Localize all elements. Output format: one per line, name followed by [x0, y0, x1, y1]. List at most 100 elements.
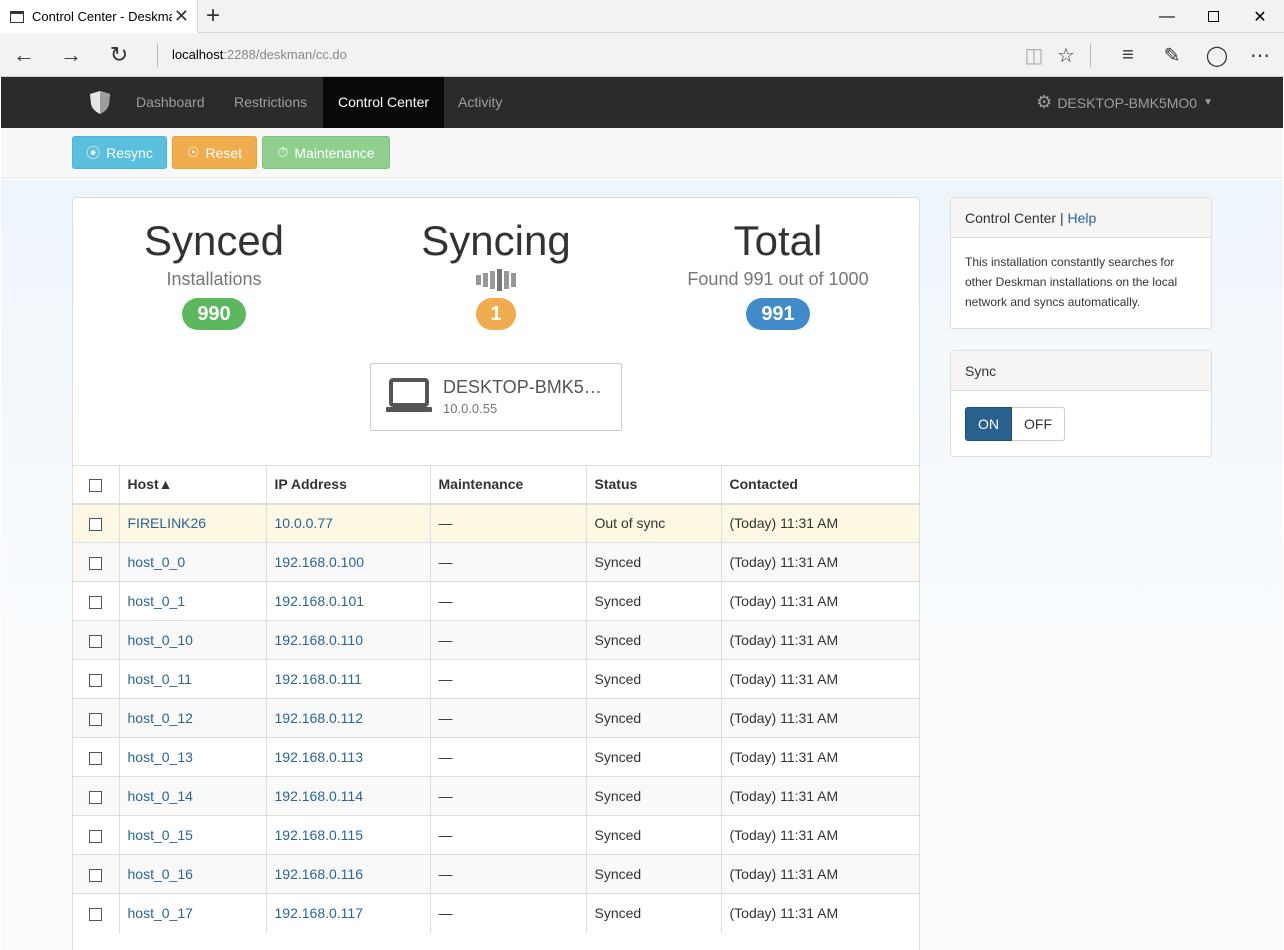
- local-host-name: DESKTOP-BMK5MO0: [443, 377, 613, 397]
- status-cell: Synced: [586, 737, 722, 777]
- resync-button[interactable]: ⦿ Resync: [72, 136, 167, 169]
- col-maintenance[interactable]: Maintenance: [430, 465, 587, 505]
- hub-icon[interactable]: ≡: [1115, 43, 1141, 67]
- ip-link[interactable]: 192.168.0.100: [275, 554, 365, 570]
- row-checkbox[interactable]: [89, 634, 103, 648]
- row-checkbox[interactable]: [89, 556, 103, 570]
- maximize-icon[interactable]: [1190, 0, 1236, 33]
- ip-link[interactable]: 192.168.0.115: [275, 827, 364, 843]
- ip-cell: 192.168.0.116: [266, 854, 431, 894]
- host-cell: host_0_1: [119, 581, 267, 621]
- help-link[interactable]: Help: [1067, 210, 1096, 226]
- new-tab-icon[interactable]: +: [206, 2, 220, 30]
- row-checkbox[interactable]: [89, 751, 103, 765]
- maintenance-cell: —: [430, 737, 587, 777]
- host-link[interactable]: host_0_0: [128, 554, 186, 570]
- nav-restrictions[interactable]: Restrictions: [219, 77, 322, 128]
- ip-link[interactable]: 192.168.0.110: [275, 632, 364, 648]
- contacted-cell: (Today) 11:31 AM: [721, 542, 919, 582]
- url-field[interactable]: localhost:2288/deskman/cc.do: [172, 47, 347, 62]
- maintenance-cell: —: [430, 620, 587, 660]
- row-checkbox[interactable]: [89, 518, 103, 532]
- web-note-icon[interactable]: ✎: [1159, 43, 1185, 67]
- maintenance-button[interactable]: ⏱ Maintenance: [262, 136, 390, 169]
- table-header-row: Host▲ IP Address Maintenance Status Cont…: [73, 465, 919, 505]
- nav-activity[interactable]: Activity: [443, 77, 517, 128]
- sync-off-button[interactable]: OFF: [1012, 407, 1065, 441]
- synced-subtitle: Installations: [166, 269, 262, 289]
- contacted-cell: (Today) 11:31 AM: [721, 776, 919, 816]
- table-row: host_0_12 192.168.0.112 — Synced (Today) 11:…: [73, 698, 919, 738]
- row-checkbox[interactable]: [89, 868, 103, 882]
- ip-link[interactable]: 10.0.0.77: [275, 515, 333, 531]
- browser-tab[interactable]: Control Center - Deskman ✕: [0, 0, 198, 33]
- shield-logo-icon[interactable]: [89, 90, 111, 115]
- row-checkbox[interactable]: [89, 595, 103, 609]
- host-link[interactable]: host_0_1: [128, 593, 186, 609]
- host-cell: host_0_14: [119, 776, 267, 816]
- syncing-indicator: [355, 266, 637, 292]
- contacted-cell: (Today) 11:31 AM: [721, 893, 919, 933]
- divider: [1090, 43, 1091, 67]
- col-contacted[interactable]: Contacted: [721, 465, 919, 505]
- refresh-icon[interactable]: ↻: [104, 41, 134, 69]
- nav-control-center[interactable]: Control Center: [323, 77, 445, 128]
- nav-dashboard[interactable]: Dashboard: [121, 77, 220, 128]
- select-all-checkbox[interactable]: [89, 479, 103, 493]
- divider: [157, 43, 158, 67]
- row-checkbox[interactable]: [89, 790, 103, 804]
- contacted-cell: (Today) 11:31 AM: [721, 503, 919, 543]
- minimize-icon[interactable]: —: [1144, 0, 1190, 33]
- row-checkbox[interactable]: [89, 908, 103, 922]
- ip-link[interactable]: 192.168.0.117: [275, 905, 364, 921]
- ip-cell: 192.168.0.114: [266, 776, 431, 816]
- ip-link[interactable]: 192.168.0.112: [275, 710, 364, 726]
- reading-view-icon[interactable]: ◫: [1021, 43, 1047, 67]
- row-checkbox[interactable]: [89, 829, 103, 843]
- reset-button[interactable]: ☉ Reset: [172, 136, 257, 169]
- status-cell: Synced: [586, 659, 722, 699]
- host-link[interactable]: host_0_15: [128, 827, 193, 843]
- share-icon[interactable]: ◯: [1204, 43, 1230, 67]
- table-row: FIRELINK26 10.0.0.77 — Out of sync (Today) 1…: [73, 503, 919, 543]
- host-dropdown[interactable]: ⚙ DESKTOP-BMK5MO0 ▼: [1036, 77, 1213, 128]
- close-window-icon[interactable]: ✕: [1237, 0, 1283, 33]
- table-row: host_0_17 192.168.0.117 — Synced (Today) 11:…: [73, 893, 919, 933]
- host-cell: host_0_11: [119, 659, 267, 699]
- col-host[interactable]: Host▲: [119, 465, 267, 505]
- favorite-star-icon[interactable]: ☆: [1053, 43, 1079, 67]
- host-link[interactable]: host_0_17: [128, 905, 193, 921]
- close-tab-icon[interactable]: ✕: [174, 6, 189, 26]
- contacted-cell: (Today) 11:31 AM: [721, 620, 919, 660]
- row-select-cell: [73, 698, 120, 738]
- row-checkbox[interactable]: [89, 673, 103, 687]
- ip-link[interactable]: 192.168.0.114: [275, 788, 364, 804]
- host-link[interactable]: FIRELINK26: [128, 515, 207, 531]
- host-link[interactable]: host_0_14: [128, 788, 193, 804]
- sync-panel: Sync ON OFF: [950, 350, 1212, 457]
- host-link[interactable]: host_0_11: [128, 671, 192, 687]
- more-icon[interactable]: ⋯: [1247, 43, 1273, 67]
- sync-panel-title: Sync: [951, 351, 1211, 391]
- col-ip-address[interactable]: IP Address: [266, 465, 431, 505]
- ip-link[interactable]: 192.168.0.113: [275, 749, 364, 765]
- url-host: localhost: [172, 47, 224, 62]
- sync-on-button[interactable]: ON: [965, 407, 1012, 441]
- forward-icon[interactable]: →: [56, 41, 86, 69]
- table-row: host_0_14 192.168.0.114 — Synced (Today) 11:…: [73, 776, 919, 816]
- host-link[interactable]: host_0_13: [128, 749, 193, 765]
- resync-label: Resync: [106, 144, 153, 161]
- host-link[interactable]: host_0_16: [128, 866, 193, 882]
- host-link[interactable]: host_0_10: [128, 632, 193, 648]
- ip-link[interactable]: 192.168.0.101: [275, 593, 365, 609]
- host-link[interactable]: host_0_12: [128, 710, 193, 726]
- back-icon[interactable]: ←: [9, 41, 39, 69]
- col-status[interactable]: Status: [586, 465, 722, 505]
- status-cell: Synced: [586, 581, 722, 621]
- ip-link[interactable]: 192.168.0.111: [275, 671, 362, 687]
- caret-down-icon: ▼: [1203, 97, 1213, 108]
- ip-link[interactable]: 192.168.0.116: [275, 866, 364, 882]
- table-row: host_0_10 192.168.0.110 — Synced (Today) 11:…: [73, 620, 919, 660]
- host-cell: FIRELINK26: [119, 503, 267, 543]
- row-checkbox[interactable]: [89, 712, 103, 726]
